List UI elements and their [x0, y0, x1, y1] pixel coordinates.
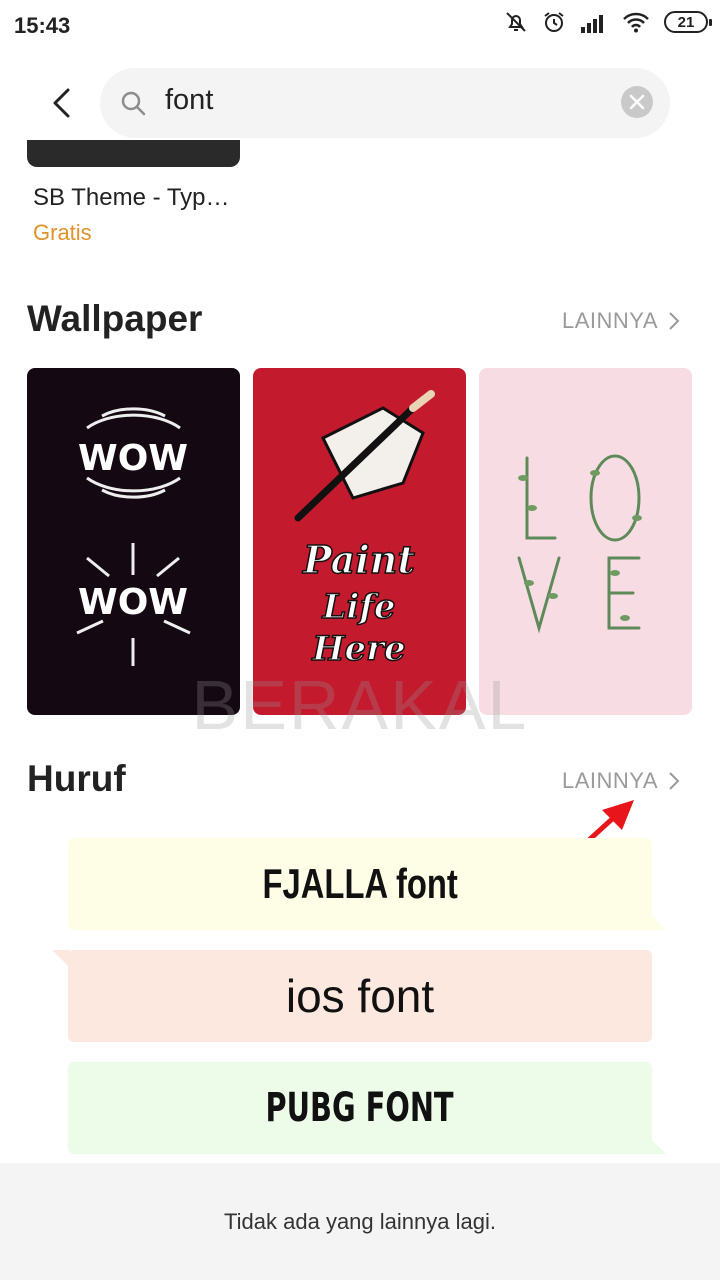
battery-level: 21 [677, 13, 695, 31]
status-bar: 15:43 21 [0, 0, 720, 52]
status-icons: 21 [504, 10, 712, 34]
footer-text: Tidak ada yang lainnya lagi. [224, 1208, 496, 1234]
wallpaper-more-link[interactable]: LAINNYA [562, 308, 680, 334]
font-card-fjalla[interactable]: FJALLA font [68, 838, 652, 930]
font-card-label: ios font [285, 970, 435, 1022]
font-card-label: PUBG FONT [265, 1085, 455, 1131]
search-input[interactable] [165, 84, 605, 117]
battery-indicator: 21 [664, 11, 712, 33]
wifi-icon [623, 12, 649, 33]
wallpaper-thumbnail-wow[interactable]: WOW WOW [27, 368, 240, 715]
close-icon [629, 94, 645, 110]
svg-text:Here: Here [311, 629, 405, 669]
chevron-right-icon [669, 772, 680, 790]
end-of-list-footer: Tidak ada yang lainnya lagi. [0, 1163, 720, 1280]
font-more-link[interactable]: LAINNYA [562, 768, 680, 794]
wallpaper-thumbnail-love[interactable] [479, 368, 692, 715]
speech-tail [648, 1136, 666, 1154]
alarm-icon [544, 12, 564, 32]
speech-tail [52, 950, 70, 968]
wallpaper-more-label: LAINNYA [561, 308, 658, 333]
mute-bell-icon [506, 12, 526, 32]
svg-text:Paint: Paint [302, 537, 415, 582]
back-arrow-icon[interactable] [46, 86, 80, 120]
theme-name[interactable]: SB Theme - Typ… [33, 184, 230, 212]
search-icon [121, 91, 146, 116]
status-time: 15:43 [14, 13, 71, 38]
font-section-title: Huruf [27, 758, 126, 799]
font-card-label: FJALLA font [262, 860, 458, 907]
font-card-pubg[interactable]: PUBG FONT [68, 1062, 652, 1154]
wallpaper-section-title: Wallpaper [27, 298, 203, 339]
signal-icon [581, 15, 603, 33]
theme-price: Gratis [33, 220, 92, 245]
wallpaper-thumbnail-paint[interactable]: Paint Life Here [253, 368, 466, 715]
svg-text:WOW: WOW [78, 438, 188, 479]
svg-text:WOW: WOW [78, 582, 188, 623]
speech-tail [648, 912, 666, 930]
theme-thumbnail[interactable] [27, 140, 240, 167]
clear-search-button[interactable] [621, 86, 653, 118]
watermark: BERAKAL [191, 666, 529, 744]
font-more-label: LAINNYA [561, 768, 658, 793]
chevron-right-icon [669, 312, 680, 330]
svg-text:Life: Life [321, 587, 395, 627]
font-card-ios[interactable]: ios font [68, 950, 652, 1042]
